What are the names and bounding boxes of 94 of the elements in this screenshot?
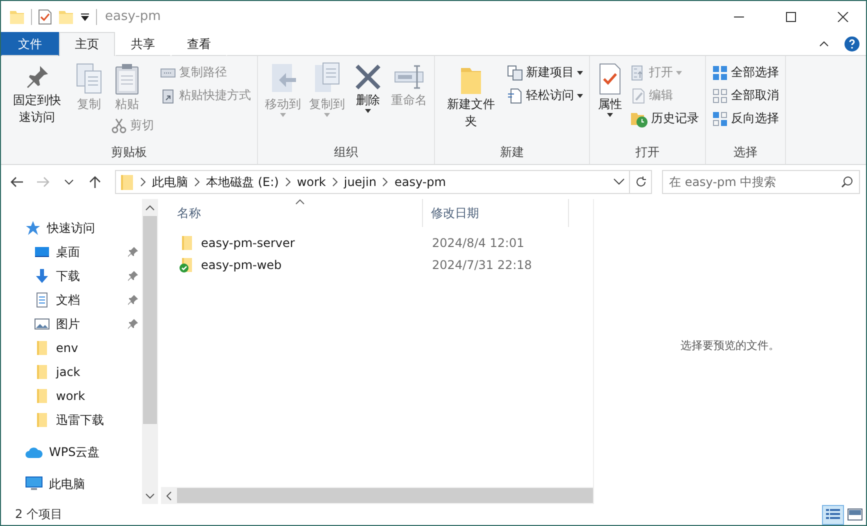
search-field[interactable]: 在 easy-pm 中搜索 [662,170,860,194]
item-count: 2 个项目 [15,506,64,523]
ribbon-button[interactable]: 反向选择 [710,108,781,129]
column-header[interactable]: 修改日期 [423,199,569,227]
chevron-icon [282,177,293,187]
list-icon [825,507,841,522]
chevron-left-icon [166,490,172,500]
folder-icon [34,412,50,428]
file-name[interactable]: easy-pm-server [201,236,295,250]
download-icon [34,268,50,284]
search-icon [841,176,853,188]
file-menu-tab[interactable]: 文件 [1,32,59,56]
new-item-icon [507,64,523,80]
ribbon-button[interactable]: 固定到快速访问 [5,60,69,144]
breadcrumb[interactable]: juejin [340,175,380,189]
arrow-right-icon [36,176,50,188]
delete-icon [353,62,383,92]
breadcrumb[interactable]: work [292,175,330,189]
close-icon [837,12,849,22]
breadcrumb[interactable]: easy-pm [390,175,450,189]
nav-item[interactable]: 图片 [1,312,142,336]
nav-item[interactable]: WPS云盘 [1,440,142,464]
edit-icon [630,88,646,104]
shortcut-icon [160,88,176,104]
folder-icon [58,8,74,24]
chevron-icon [138,177,148,187]
document-icon [507,88,523,104]
copy-icon [74,62,104,96]
ribbon-button[interactable]: 新建文件夹 [439,60,503,144]
cloud-icon [25,445,43,459]
chevron-up-icon [819,40,829,46]
maximize-icon [785,12,797,22]
scrollbar[interactable] [142,199,158,504]
scissors-icon [111,118,127,134]
nav-item[interactable]: 快速访问 [1,216,142,240]
folder-icon [34,388,50,404]
star-icon [25,220,41,236]
nav-item[interactable]: 下载 [1,264,142,288]
nav-item[interactable]: env [1,336,142,360]
ribbon-button[interactable]: 全部选择 [710,62,781,83]
folder-icon [34,364,50,380]
computer-icon [25,476,43,492]
folder-icon [34,340,50,356]
group-label: 选择 [732,144,758,161]
properties-icon [38,8,52,24]
preview-message: 选择要预览的文件。 [680,338,780,353]
address-bar[interactable]: 此电脑 本地磁盘 (E:) work juejin easy-pm [115,170,652,194]
chevron-down-icon [145,492,155,498]
document-icon [34,292,50,308]
ribbon-button[interactable]: 删除 [350,60,386,144]
select-none-icon [712,88,728,104]
invert-selection-icon [712,110,728,126]
nav-item[interactable]: 桌面 [1,240,142,264]
modified-date: 2024/7/31 22:18 [431,258,532,272]
dropdown-icon [80,12,90,22]
folder-icon [9,8,25,24]
nav-item[interactable]: 此电脑 [1,472,142,496]
select-all-icon [712,64,728,80]
ribbon-button[interactable]: 属性 [594,60,626,144]
details-view-button[interactable] [822,504,844,524]
refresh-icon [634,176,646,188]
group-label: 新建 [499,144,525,161]
ribbon-button[interactable]: 全部取消 [710,85,781,106]
ribbon-button[interactable]: 轻松访问 [505,85,585,106]
chevron-icon [330,177,340,187]
nav-item[interactable]: jack [1,360,142,384]
column-header[interactable]: 名称 [161,199,423,227]
breadcrumb[interactable]: 本地磁盘 (E:) [202,174,283,190]
chevron-icon [192,177,202,187]
group-label: 打开 [634,144,660,161]
scrollbar[interactable] [161,487,593,504]
nav-item[interactable]: work [1,384,142,408]
group-label: 剪贴板 [110,144,148,161]
breadcrumb[interactable]: 此电脑 [148,174,192,190]
image-icon [34,316,50,332]
arrow-left-icon [10,176,24,188]
window-title: easy-pm [105,9,162,24]
nav-item[interactable]: 文档 [1,288,142,312]
arrow-up-icon [88,176,102,188]
desktop-icon [34,244,50,260]
nav-item[interactable]: 迅雷下载 [1,408,142,432]
image-icon [847,507,863,522]
group-label: 组织 [333,144,359,161]
sort-ascending-icon [295,199,305,205]
ribbon-tab[interactable]: 主页 [59,32,115,56]
file-name[interactable]: easy-pm-web [201,258,282,272]
help-icon [844,36,860,52]
properties-icon [597,62,623,96]
chevron-down-icon [613,178,625,186]
modified-date: 2024/8/4 12:01 [431,236,524,250]
ribbon-button[interactable]: 新建项目 [505,62,585,83]
ribbon-button[interactable]: 历史记录 [628,108,701,129]
chevron-up-icon [145,204,155,210]
chevron-icon [380,177,390,187]
